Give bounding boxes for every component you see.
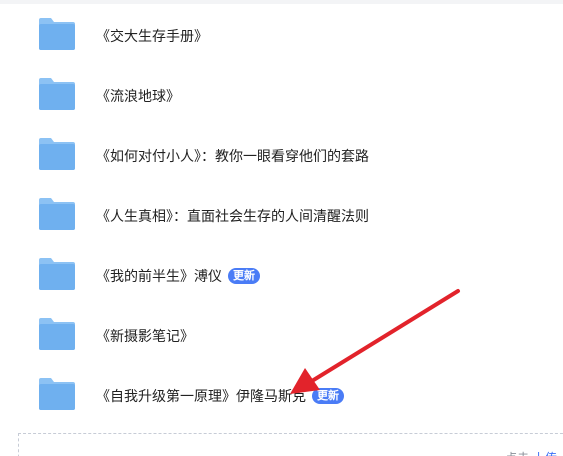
folder-name[interactable]: 《自我升级第一原理》伊隆马斯克 更新 <box>96 366 344 426</box>
upload-hint: 点击 上传 <box>505 449 557 456</box>
folder-row[interactable]: 《流浪地球》 <box>0 66 563 126</box>
folder-icon <box>39 258 75 290</box>
folder-row[interactable]: 《如何对付小人》：教你一眼看穿他们的套路 <box>0 126 563 186</box>
upload-link[interactable]: 上传 <box>533 451 557 456</box>
folder-icon <box>39 78 75 110</box>
upload-hint-text: 点击 <box>505 451 529 456</box>
folder-name[interactable]: 《新摄影笔记》 <box>96 306 194 366</box>
folder-row[interactable]: 《人生真相》：直面社会生存的人间清醒法则 <box>0 186 563 246</box>
folder-name[interactable]: 《如何对付小人》：教你一眼看穿他们的套路 <box>96 126 369 186</box>
folder-row[interactable]: 《交大生存手册》 <box>0 6 563 66</box>
file-list-page: 《交大生存手册》 《流浪地球》 《如何对付小人》：教你一眼看穿他们的套路 《人生… <box>0 0 563 456</box>
upload-drop-zone[interactable] <box>18 433 563 456</box>
folder-name-text: 《人生真相》：直面社会生存的人间清醒法则 <box>96 209 369 225</box>
folder-icon <box>39 138 75 170</box>
folder-name-text: 《如何对付小人》：教你一眼看穿他们的套路 <box>96 149 369 165</box>
folder-name-text: 《交大生存手册》 <box>96 29 208 45</box>
folder-name-text: 《我的前半生》溥仪 <box>96 269 222 285</box>
folder-name-text: 《流浪地球》 <box>96 89 180 105</box>
folder-icon <box>39 198 75 230</box>
folder-icon <box>39 18 75 50</box>
folder-name[interactable]: 《交大生存手册》 <box>96 6 208 66</box>
folder-name[interactable]: 《流浪地球》 <box>96 66 180 126</box>
folder-icon <box>39 318 75 350</box>
folder-name-text: 《自我升级第一原理》伊隆马斯克 <box>96 389 306 405</box>
folder-row[interactable]: 《我的前半生》溥仪 更新 <box>0 246 563 306</box>
folder-name[interactable]: 《人生真相》：直面社会生存的人间清醒法则 <box>96 186 369 246</box>
folder-icon <box>39 378 75 410</box>
top-separator <box>0 0 563 4</box>
folder-row[interactable]: 《自我升级第一原理》伊隆马斯克 更新 <box>0 366 563 426</box>
folder-name[interactable]: 《我的前半生》溥仪 更新 <box>96 246 260 306</box>
folder-row[interactable]: 《新摄影笔记》 <box>0 306 563 366</box>
update-badge: 更新 <box>312 388 344 404</box>
update-badge: 更新 <box>228 268 260 284</box>
folder-name-text: 《新摄影笔记》 <box>96 329 194 345</box>
